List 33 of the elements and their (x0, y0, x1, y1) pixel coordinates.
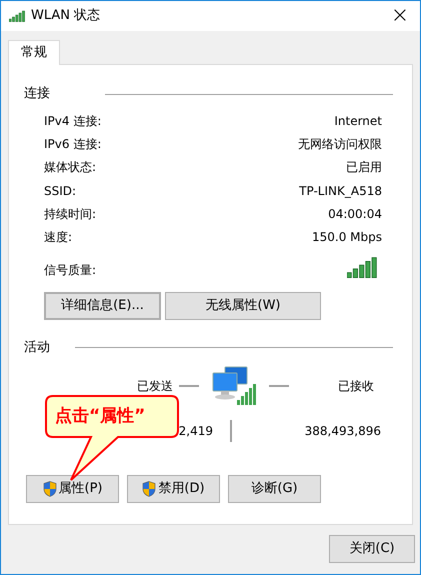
callout-text: 点击“属性” (55, 405, 146, 428)
dialog-button[interactable]: 详细信息(E)... (44, 292, 161, 320)
close-dialog-button[interactable]: 关闭(C) (329, 535, 415, 563)
bytes-received-value: 388,493,896 (304, 422, 381, 440)
dialog-button[interactable]: 无线属性(W) (165, 292, 321, 320)
bytes-sent-value: 2,419 (178, 422, 213, 440)
dialog-button[interactable]: 属性(P) (26, 474, 119, 503)
sent-label: 已发送 (137, 378, 173, 395)
field-label: IPv4 连接: (44, 112, 102, 130)
field-label: 速度: (44, 229, 72, 246)
signal-bars-icon (347, 256, 377, 278)
field-value: TP-LINK_A518 (299, 182, 382, 200)
field-label: IPv6 连接: (44, 136, 102, 153)
field-label: 媒体状态: (44, 159, 96, 176)
field-label: 信号质量: (44, 262, 96, 279)
section-heading: 活动 (24, 338, 50, 357)
field-value: 04:00:04 (328, 206, 382, 223)
dialog-button[interactable]: 诊断(G) (228, 474, 321, 503)
shield-icon (42, 480, 56, 497)
field-value: 无网络访问权限 (298, 136, 382, 153)
shield-icon (142, 480, 156, 497)
field-label: SSID: (44, 182, 76, 200)
field-label: 持续时间: (44, 206, 96, 223)
field-value: Internet (334, 112, 382, 130)
field-value: 已启用 (346, 159, 382, 176)
tab[interactable]: 常规 (8, 40, 60, 65)
received-label: 已接收 (338, 378, 374, 395)
signal-icon (9, 10, 25, 22)
section-heading: 连接 (24, 85, 50, 103)
close-button[interactable]: × (380, 1, 420, 31)
window-title: WLAN 状态 (31, 7, 100, 26)
dialog-button[interactable]: 禁用(D) (127, 474, 220, 503)
field-value: 150.0 Mbps (312, 229, 382, 246)
